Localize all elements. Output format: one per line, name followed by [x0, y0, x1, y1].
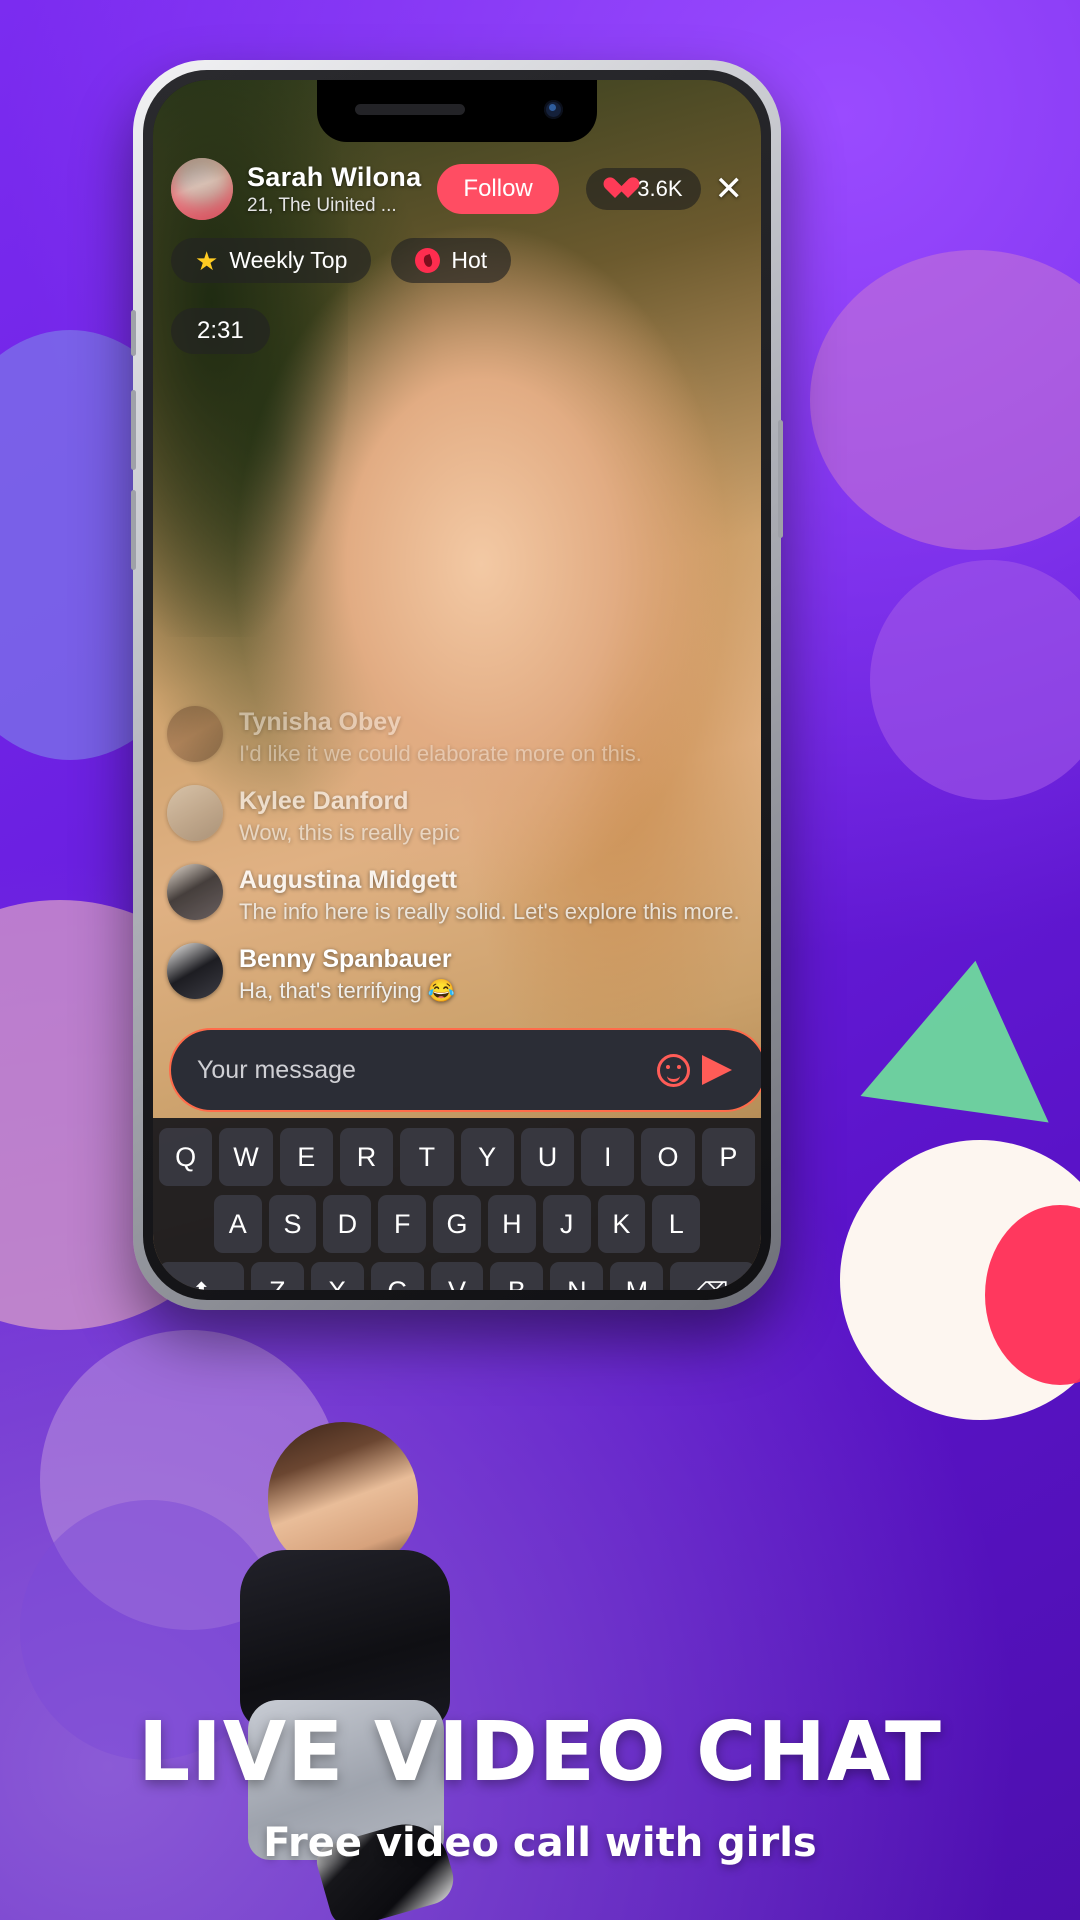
bg-blob — [870, 560, 1080, 800]
key-p[interactable]: P — [701, 1128, 755, 1186]
star-icon: ★ — [195, 245, 219, 276]
likes-count: 3.6K — [637, 176, 683, 201]
message-content: Kylee Danford Wow, this is really epic — [239, 785, 460, 846]
key-e[interactable]: E — [279, 1128, 333, 1186]
chip-hot[interactable]: Hot — [391, 238, 512, 283]
list-item[interactable]: Kylee Danford Wow, this is really epic — [167, 785, 747, 846]
key-d[interactable]: D — [323, 1195, 372, 1253]
avatar — [167, 943, 223, 999]
page-subtitle: Free video call with girls — [263, 1820, 817, 1866]
key-t[interactable]: T — [400, 1128, 454, 1186]
keyboard-row: ⬆ Z X C V B N M ⌫ — [159, 1262, 755, 1290]
avatar[interactable] — [171, 158, 233, 220]
key-b[interactable]: B — [490, 1262, 544, 1290]
message-text: I'd like it we could elaborate more on t… — [239, 741, 642, 766]
key-m[interactable]: M — [610, 1262, 664, 1290]
promo-banner: LIVE VIDEO CHAT Free video call with gir… — [0, 1705, 1080, 1866]
phone-power-button — [778, 420, 783, 538]
key-v[interactable]: V — [430, 1262, 484, 1290]
message-author: Kylee Danford — [239, 787, 409, 815]
follow-button[interactable]: Follow — [437, 164, 559, 214]
virtual-keyboard[interactable]: Q W E R T Y U I O P A S D F G H J K L — [153, 1118, 761, 1290]
message-content: Benny Spanbauer Ha, that's terrifying 😂 — [239, 943, 455, 1004]
key-o[interactable]: O — [641, 1128, 695, 1186]
key-q[interactable]: Q — [159, 1128, 213, 1186]
key-c[interactable]: C — [370, 1262, 424, 1290]
key-j[interactable]: J — [542, 1195, 591, 1253]
category-chips: ★ Weekly Top Hot — [171, 238, 512, 283]
likes-badge[interactable]: 3.6K — [586, 168, 701, 210]
message-author: Augustina Midgett — [239, 866, 458, 894]
phone-mute-switch — [131, 310, 136, 356]
close-icon[interactable]: ✕ — [715, 172, 744, 206]
backspace-key[interactable]: ⌫ — [670, 1262, 755, 1290]
key-a[interactable]: A — [213, 1195, 262, 1253]
shift-key[interactable]: ⬆ — [159, 1262, 244, 1290]
phone-mockup: Sarah Wilona 21, The Uinited ... Follow … — [131, 60, 783, 1310]
avatar — [167, 864, 223, 920]
stream-header: Sarah Wilona 21, The Uinited ... Follow … — [153, 150, 761, 228]
earpiece-speaker — [355, 104, 465, 115]
key-k[interactable]: K — [597, 1195, 646, 1253]
profile-meta: Sarah Wilona 21, The Uinited ... — [247, 162, 421, 217]
key-i[interactable]: I — [581, 1128, 635, 1186]
list-item[interactable]: Augustina Midgett The info here is reall… — [167, 864, 747, 925]
message-text: Wow, this is really epic — [239, 820, 460, 845]
phone-volume-up — [131, 390, 136, 470]
keyboard-row: A S D F G H J K L — [159, 1195, 755, 1253]
key-r[interactable]: R — [339, 1128, 394, 1186]
bg-blob — [810, 250, 1080, 550]
phone-volume-down — [131, 490, 136, 570]
key-n[interactable]: N — [550, 1262, 604, 1290]
avatar — [167, 785, 223, 841]
chip-label: Weekly Top — [229, 247, 348, 273]
key-f[interactable]: F — [378, 1195, 427, 1253]
key-y[interactable]: Y — [460, 1128, 514, 1186]
message-content: Augustina Midgett The info here is reall… — [239, 864, 740, 925]
profile-subtitle: 21, The Uinited ... — [247, 194, 397, 216]
phone-notch — [317, 80, 597, 142]
key-s[interactable]: S — [268, 1195, 317, 1253]
key-u[interactable]: U — [520, 1128, 575, 1186]
key-g[interactable]: G — [433, 1195, 481, 1253]
key-h[interactable]: H — [487, 1195, 536, 1253]
message-content: Tynisha Obey I'd like it we could elabor… — [239, 706, 642, 767]
bg-triangle — [860, 947, 1070, 1123]
message-text: Ha, that's terrifying 😂 — [239, 978, 456, 1003]
flame-icon — [415, 248, 441, 273]
key-spacer — [159, 1195, 207, 1253]
phone-bezel: Sarah Wilona 21, The Uinited ... Follow … — [143, 70, 771, 1300]
chip-weekly-top[interactable]: ★ Weekly Top — [171, 238, 372, 283]
front-camera-icon — [544, 100, 563, 119]
key-w[interactable]: W — [219, 1128, 273, 1186]
message-author: Benny Spanbauer — [239, 945, 452, 973]
key-spacer — [707, 1195, 755, 1253]
smiley-icon[interactable] — [651, 1048, 695, 1092]
chip-label: Hot — [451, 247, 488, 273]
stream-timer: 2:31 — [171, 308, 270, 354]
message-text: The info here is really solid. Let's exp… — [239, 899, 740, 924]
chat-message-list[interactable]: Tynisha Obey I'd like it we could elabor… — [167, 706, 747, 1022]
keyboard-row: Q W E R T Y U I O P — [159, 1128, 755, 1186]
key-l[interactable]: L — [652, 1195, 701, 1253]
message-input-bar[interactable]: Your message — [169, 1028, 761, 1112]
page-title: LIVE VIDEO CHAT — [138, 1705, 942, 1800]
key-z[interactable]: Z — [250, 1262, 304, 1290]
message-input[interactable]: Your message — [197, 1056, 651, 1085]
list-item[interactable]: Benny Spanbauer Ha, that's terrifying 😂 — [167, 943, 747, 1004]
message-author: Tynisha Obey — [239, 708, 402, 736]
phone-screen: Sarah Wilona 21, The Uinited ... Follow … — [153, 80, 761, 1290]
heart-icon — [604, 178, 628, 200]
key-x[interactable]: X — [310, 1262, 364, 1290]
send-icon[interactable] — [695, 1048, 739, 1092]
list-item[interactable]: Tynisha Obey I'd like it we could elabor… — [167, 706, 747, 767]
profile-name: Sarah Wilona — [247, 161, 422, 192]
avatar — [167, 706, 223, 762]
